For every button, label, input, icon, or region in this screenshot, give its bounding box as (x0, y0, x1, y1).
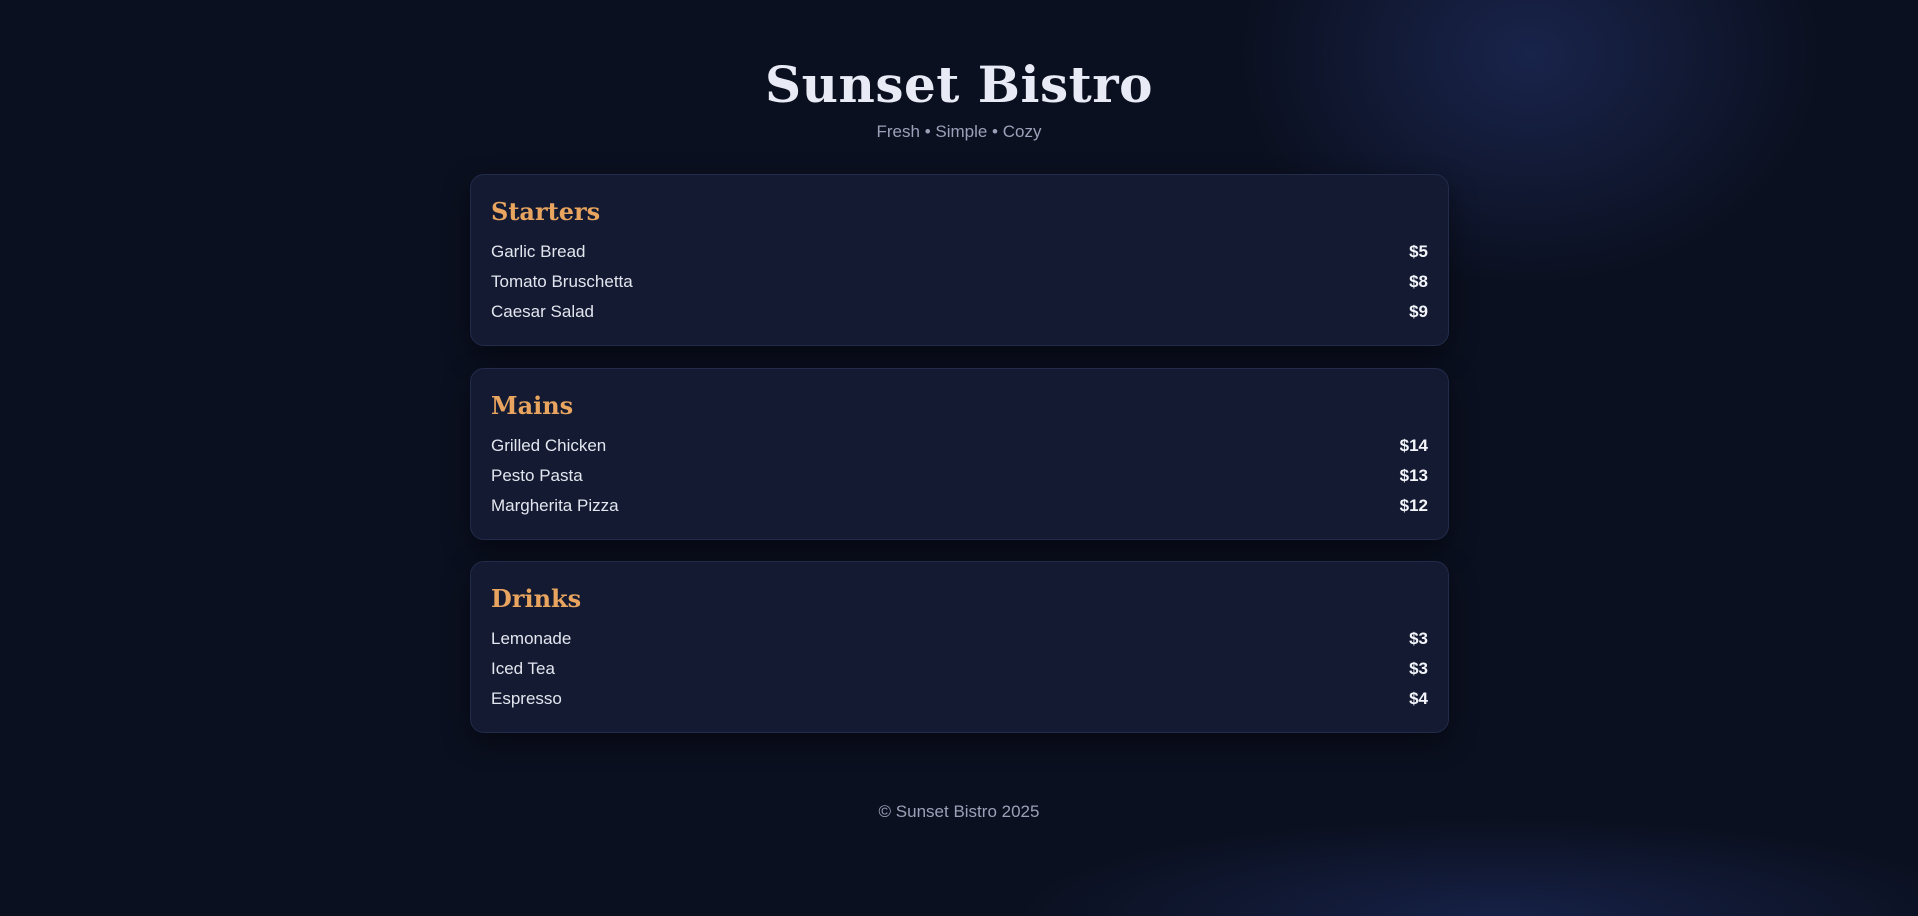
page-title: Sunset Bistro (765, 55, 1153, 114)
item-name: Grilled Chicken (491, 436, 607, 455)
menu-item: Tomato Bruschetta $8 (491, 267, 1428, 297)
page-header: Sunset Bistro Fresh • Simple • Cozy (0, 54, 1918, 142)
page-footer: © Sunset Bistro 2025 (0, 801, 1918, 823)
tagline: Fresh • Simple • Cozy (876, 122, 1042, 141)
item-price: $8 (1409, 272, 1428, 291)
section-title: Starters (491, 197, 601, 226)
item-price: $14 (1399, 436, 1428, 455)
menu-item: Caesar Salad $9 (491, 297, 1428, 327)
menu-section-mains: Mains Grilled Chicken $14 Pesto Pasta $1… (470, 368, 1449, 540)
item-price: $9 (1409, 302, 1428, 321)
section-title: Mains (491, 391, 574, 420)
item-price: $13 (1399, 466, 1428, 485)
menu-item: Garlic Bread $5 (491, 237, 1428, 267)
item-price: $3 (1409, 659, 1428, 678)
item-price: $5 (1409, 242, 1428, 261)
item-name: Iced Tea (491, 659, 555, 678)
menu-item: Pesto Pasta $13 (491, 461, 1428, 491)
item-name: Caesar Salad (491, 302, 595, 321)
menu-item: Lemonade $3 (491, 624, 1428, 654)
menu-item: Iced Tea $3 (491, 654, 1428, 684)
item-price: $3 (1409, 629, 1428, 648)
copyright-text: © Sunset Bistro 2025 (878, 802, 1040, 821)
menu-section-starters: Starters Garlic Bread $5 Tomato Bruschet… (470, 174, 1449, 346)
item-name: Pesto Pasta (491, 466, 583, 485)
item-name: Garlic Bread (491, 242, 586, 261)
item-name: Lemonade (491, 629, 572, 648)
item-price: $12 (1399, 496, 1428, 515)
section-title: Drinks (491, 584, 582, 613)
menu-item: Margherita Pizza $12 (491, 491, 1428, 521)
item-name: Espresso (491, 689, 562, 708)
menu-item: Grilled Chicken $14 (491, 431, 1428, 461)
item-name: Tomato Bruschetta (491, 272, 633, 291)
item-price: $4 (1409, 689, 1428, 708)
menu-item: Espresso $4 (491, 684, 1428, 714)
menu-page: Sunset Bistro Fresh • Simple • Cozy Star… (0, 0, 1918, 916)
menu-section-drinks: Drinks Lemonade $3 Iced Tea $3 Espresso … (470, 561, 1449, 733)
item-name: Margherita Pizza (491, 496, 619, 515)
